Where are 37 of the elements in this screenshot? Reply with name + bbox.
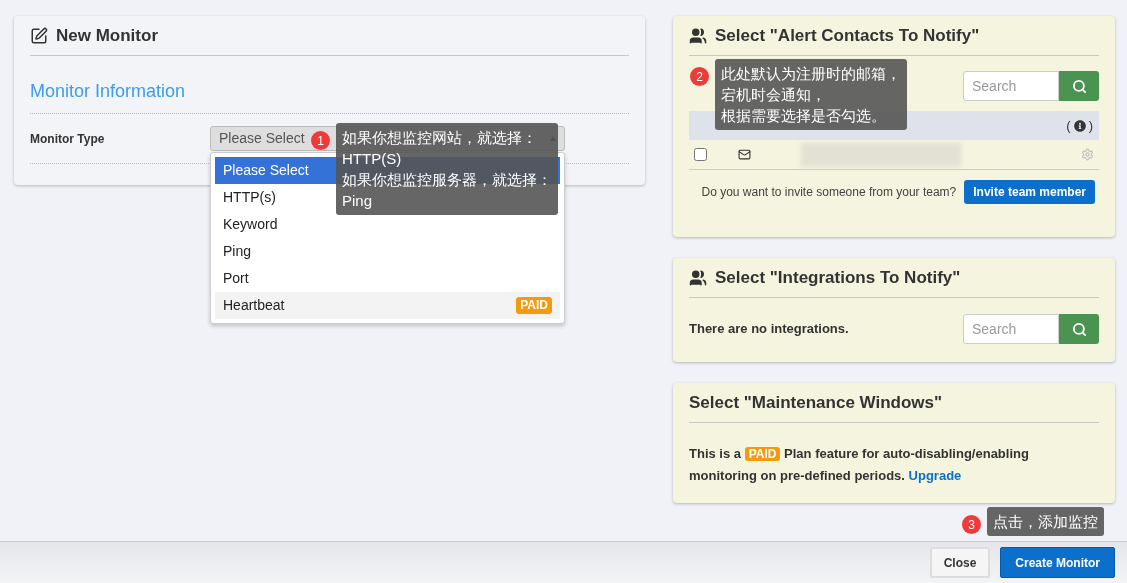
- search-button[interactable]: [1059, 71, 1099, 101]
- info-bracket: (: [1066, 116, 1071, 135]
- search-icon: [1071, 321, 1087, 337]
- users-icon: [689, 26, 707, 45]
- dropdown-option[interactable]: Ping: [215, 238, 560, 265]
- create-monitor-button[interactable]: Create Monitor: [1000, 547, 1115, 578]
- panel-title: New Monitor: [56, 24, 158, 47]
- invite-text: Do you want to invite someone from your team?: [701, 184, 957, 201]
- mail-icon: [738, 148, 751, 161]
- panel-title: Select "Integrations To Notify": [715, 266, 961, 289]
- dropdown-option[interactable]: Heartbeat PAID: [215, 292, 560, 319]
- empty-message: There are no integrations.: [689, 320, 849, 339]
- plan-notice: This is a PAID Plan feature for auto-disabling/enabling monitoring on pre-defined periods. Upgrade: [689, 445, 1030, 485]
- close-button[interactable]: Close: [929, 547, 991, 578]
- panel-title: Select "Alert Contacts To Notify": [715, 24, 980, 47]
- search-field[interactable]: Search: [963, 314, 1059, 344]
- tooltip: 如果你想监控网站，就选择： HTTP(S) 如果你想监控服务器，就选择： Ping: [336, 123, 558, 215]
- section-heading: Monitor Information: [30, 80, 186, 103]
- contact-checkbox[interactable]: [694, 148, 707, 161]
- paid-badge: PAID: [516, 297, 552, 314]
- invite-button[interactable]: Invite team member: [964, 180, 1095, 204]
- paid-badge: PAID: [744, 447, 781, 461]
- tooltip: 点击，添加监控: [987, 507, 1104, 536]
- gear-icon: [1081, 148, 1094, 161]
- users-icon: [689, 268, 707, 287]
- panel-title: Select "Maintenance Windows": [689, 391, 943, 414]
- search-field[interactable]: Search: [963, 71, 1059, 101]
- step-number-badge: 3: [962, 515, 981, 534]
- upgrade-link[interactable]: Upgrade: [908, 468, 962, 483]
- search-icon: [1071, 78, 1087, 94]
- search-button[interactable]: [1059, 314, 1099, 344]
- edit-icon: [30, 26, 48, 45]
- info-icon: [1073, 119, 1086, 132]
- tooltip: 此处默认为注册时的邮箱， 宕机时会通知， 根据需要选择是否勾选。: [715, 59, 907, 130]
- dropdown-option[interactable]: Port: [215, 265, 560, 292]
- info-bracket: ): [1088, 116, 1093, 135]
- field-label: Monitor Type: [30, 130, 106, 148]
